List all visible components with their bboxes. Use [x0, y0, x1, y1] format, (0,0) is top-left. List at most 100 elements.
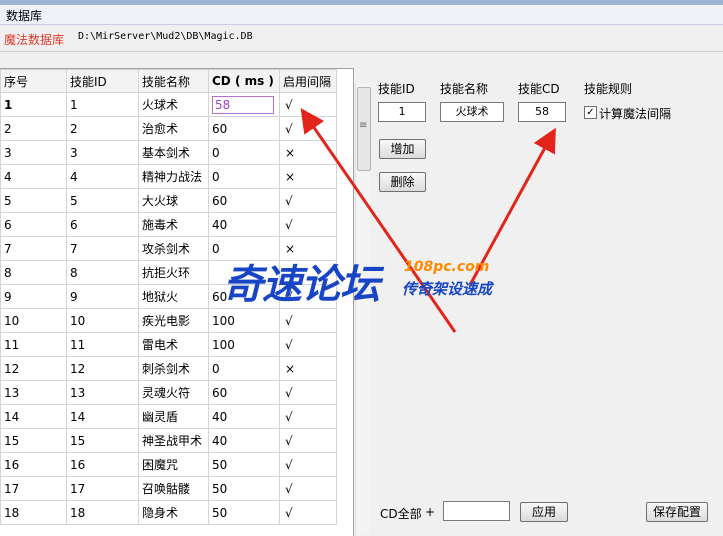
cell-skill-name[interactable]: 困魔咒 — [138, 452, 209, 477]
col-header-enable-interval[interactable]: 启用间隔 — [279, 69, 337, 93]
cell-skill-id[interactable]: 6 — [66, 212, 139, 237]
table-row[interactable]: 18 18 隐身术 50 √ — [0, 500, 337, 525]
table-row[interactable]: 13 13 灵魂火符 60 √ — [0, 380, 337, 405]
cell-cd[interactable]: 0 — [208, 140, 280, 165]
cell-enable-interval[interactable]: × — [279, 164, 337, 189]
skill-id-input[interactable]: 1 — [378, 102, 426, 122]
cell-skill-name[interactable]: 隐身术 — [138, 500, 209, 525]
cell-skill-id[interactable]: 18 — [66, 500, 139, 525]
cell-skill-name[interactable]: 雷电术 — [138, 332, 209, 357]
cell-index[interactable]: 16 — [0, 452, 67, 477]
cell-enable-interval[interactable]: √ — [279, 212, 337, 237]
delete-button[interactable]: 删除 — [379, 172, 426, 192]
cell-index[interactable]: 10 — [0, 308, 67, 333]
skill-cd-input[interactable]: 58 — [518, 102, 566, 122]
cell-index[interactable]: 15 — [0, 428, 67, 453]
cell-skill-name[interactable]: 大火球 — [138, 188, 209, 213]
cell-enable-interval[interactable]: √ — [279, 500, 337, 525]
cell-enable-interval[interactable]: × — [279, 140, 337, 165]
cell-enable-interval[interactable]: √ — [279, 428, 337, 453]
cell-index[interactable]: 5 — [0, 188, 67, 213]
table-row[interactable]: 16 16 困魔咒 50 √ — [0, 452, 337, 477]
cell-index[interactable]: 18 — [0, 500, 67, 525]
cell-skill-name[interactable]: 召唤骷髅 — [138, 476, 209, 501]
cell-skill-name[interactable]: 火球术 — [138, 92, 209, 117]
cell-skill-id[interactable]: 2 — [66, 116, 139, 141]
cell-index[interactable]: 3 — [0, 140, 67, 165]
cell-index[interactable]: 14 — [0, 404, 67, 429]
cell-skill-name[interactable]: 刺杀剑术 — [138, 356, 209, 381]
cell-skill-id[interactable]: 13 — [66, 380, 139, 405]
table-row[interactable]: 15 15 神圣战甲术 40 √ — [0, 428, 337, 453]
cell-enable-interval[interactable]: √ — [279, 188, 337, 213]
cell-skill-id[interactable]: 8 — [66, 260, 139, 285]
col-header-cd[interactable]: CD ( ms ) — [208, 69, 280, 93]
table-row[interactable]: 14 14 幽灵盾 40 √ — [0, 404, 337, 429]
cell-enable-interval[interactable]: √ — [279, 308, 337, 333]
cell-enable-interval[interactable]: √ — [279, 404, 337, 429]
cell-skill-id[interactable]: 9 — [66, 284, 139, 309]
apply-button[interactable]: 应用 — [520, 502, 568, 522]
table-row[interactable]: 4 4 精神力战法 0 × — [0, 164, 337, 189]
cell-cd[interactable]: 60 — [208, 380, 280, 405]
cell-index[interactable]: 6 — [0, 212, 67, 237]
cell-skill-id[interactable]: 1 — [66, 92, 139, 117]
cell-skill-id[interactable]: 4 — [66, 164, 139, 189]
cell-cd[interactable]: 0 — [208, 164, 280, 189]
table-row[interactable]: 6 6 施毒术 40 √ — [0, 212, 337, 237]
col-header-skill-id[interactable]: 技能ID — [66, 69, 139, 93]
cell-enable-interval[interactable]: × — [279, 356, 337, 381]
calc-interval-checkbox[interactable]: ✓ — [584, 106, 597, 119]
cell-enable-interval[interactable]: √ — [279, 452, 337, 477]
cell-enable-interval[interactable]: √ — [279, 332, 337, 357]
cell-cd[interactable]: 40 — [208, 212, 280, 237]
table-row[interactable]: 17 17 召唤骷髅 50 √ — [0, 476, 337, 501]
cell-skill-name[interactable]: 幽灵盾 — [138, 404, 209, 429]
cell-skill-name[interactable]: 神圣战甲术 — [138, 428, 209, 453]
cell-index[interactable]: 2 — [0, 116, 67, 141]
cell-skill-id[interactable]: 7 — [66, 236, 139, 261]
col-header-skill-name[interactable]: 技能名称 — [138, 69, 209, 93]
cell-cd[interactable]: 60 — [208, 188, 280, 213]
table-row[interactable]: 10 10 疾光电影 100 √ — [0, 308, 337, 333]
cell-skill-name[interactable]: 地狱火 — [138, 284, 209, 309]
cell-index[interactable]: 7 — [0, 236, 67, 261]
table-row[interactable]: 3 3 基本剑术 0 × — [0, 140, 337, 165]
cell-skill-id[interactable]: 3 — [66, 140, 139, 165]
scrollbar-thumb[interactable]: ≡ — [357, 87, 371, 171]
table-row[interactable]: 1 1 火球术 58 √ — [0, 92, 337, 117]
cell-index[interactable]: 4 — [0, 164, 67, 189]
table-row[interactable]: 12 12 刺杀剑术 0 × — [0, 356, 337, 381]
cell-skill-name[interactable]: 治愈术 — [138, 116, 209, 141]
cell-cd[interactable]: 58 — [208, 92, 280, 117]
cell-enable-interval[interactable]: √ — [279, 116, 337, 141]
cell-cd[interactable]: 60 — [208, 116, 280, 141]
cell-skill-name[interactable]: 攻杀剑术 — [138, 236, 209, 261]
cell-cd[interactable]: 100 — [208, 308, 280, 333]
cell-cd[interactable]: 40 — [208, 404, 280, 429]
cell-index[interactable]: 17 — [0, 476, 67, 501]
add-button[interactable]: 增加 — [379, 139, 426, 159]
cell-skill-id[interactable]: 14 — [66, 404, 139, 429]
cell-skill-id[interactable]: 16 — [66, 452, 139, 477]
cell-index[interactable]: 1 — [0, 92, 67, 117]
cell-index[interactable]: 11 — [0, 332, 67, 357]
cell-index[interactable]: 8 — [0, 260, 67, 285]
table-row[interactable]: 2 2 治愈术 60 √ — [0, 116, 337, 141]
cell-skill-name[interactable]: 施毒术 — [138, 212, 209, 237]
table-row[interactable]: 5 5 大火球 60 √ — [0, 188, 337, 213]
cd-edit-field[interactable]: 58 — [212, 95, 274, 114]
cell-index[interactable]: 9 — [0, 284, 67, 309]
cell-skill-name[interactable]: 疾光电影 — [138, 308, 209, 333]
cell-skill-id[interactable]: 15 — [66, 428, 139, 453]
cell-skill-id[interactable]: 11 — [66, 332, 139, 357]
cell-index[interactable]: 13 — [0, 380, 67, 405]
cell-skill-name[interactable]: 抗拒火环 — [138, 260, 209, 285]
cell-cd[interactable]: 40 — [208, 428, 280, 453]
cd-all-input[interactable] — [443, 501, 510, 521]
cell-skill-id[interactable]: 17 — [66, 476, 139, 501]
skill-name-input[interactable]: 火球术 — [440, 102, 504, 122]
table-row[interactable]: 11 11 雷电术 100 √ — [0, 332, 337, 357]
cell-index[interactable]: 12 — [0, 356, 67, 381]
cell-skill-id[interactable]: 5 — [66, 188, 139, 213]
